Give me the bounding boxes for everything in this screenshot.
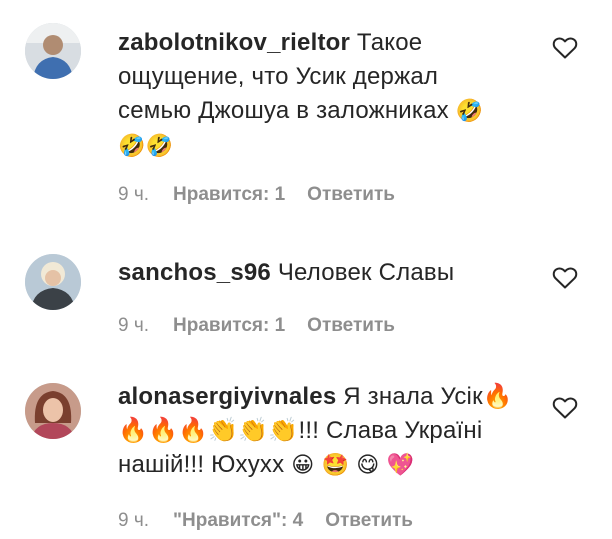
- comment-username[interactable]: zabolotnikov_rieltor: [118, 29, 350, 56]
- comment-text: zabolotnikov_rieltor Такое ощущение, что…: [118, 26, 518, 164]
- avatar-image: [25, 23, 81, 79]
- comment-meta: 9 ч. "Нравится": 4 Ответить: [118, 510, 413, 532]
- reply-button[interactable]: Ответить: [325, 510, 413, 531]
- comment-likes-link[interactable]: Нравится: 1: [173, 315, 285, 336]
- heart-outline-icon[interactable]: [552, 36, 578, 60]
- avatar[interactable]: [25, 383, 81, 439]
- comment-time: 9 ч.: [118, 184, 150, 205]
- heart-outline-icon[interactable]: [552, 266, 578, 290]
- reply-button[interactable]: Ответить: [307, 315, 395, 336]
- comment-username[interactable]: sanchos_s96: [118, 259, 271, 286]
- comment-emojis: 😀 🤩 😋 💖: [291, 453, 415, 478]
- comment-time: 9 ч.: [118, 510, 150, 531]
- comment-time: 9 ч.: [118, 315, 150, 336]
- avatar-image: [25, 383, 81, 439]
- comment-body: Человек Славы: [277, 259, 455, 286]
- comment-meta: 9 ч. Нравится: 1 Ответить: [118, 184, 395, 206]
- comment-text: alonasergiyivnales Я знала Усік🔥 🔥🔥🔥👏👏👏!…: [118, 380, 518, 483]
- comment-likes-link[interactable]: "Нравится": 4: [173, 510, 303, 531]
- comment-likes-link[interactable]: Нравится: 1: [173, 184, 285, 205]
- comment-username[interactable]: alonasergiyivnales: [118, 383, 336, 410]
- heart-outline-icon[interactable]: [552, 396, 578, 420]
- avatar[interactable]: [25, 23, 81, 79]
- comment-text: sanchos_s96 Человек Славы: [118, 256, 518, 290]
- reply-button[interactable]: Ответить: [307, 184, 395, 205]
- avatar[interactable]: [25, 254, 81, 310]
- avatar-image: [25, 254, 81, 310]
- comment-meta: 9 ч. Нравится: 1 Ответить: [118, 315, 395, 337]
